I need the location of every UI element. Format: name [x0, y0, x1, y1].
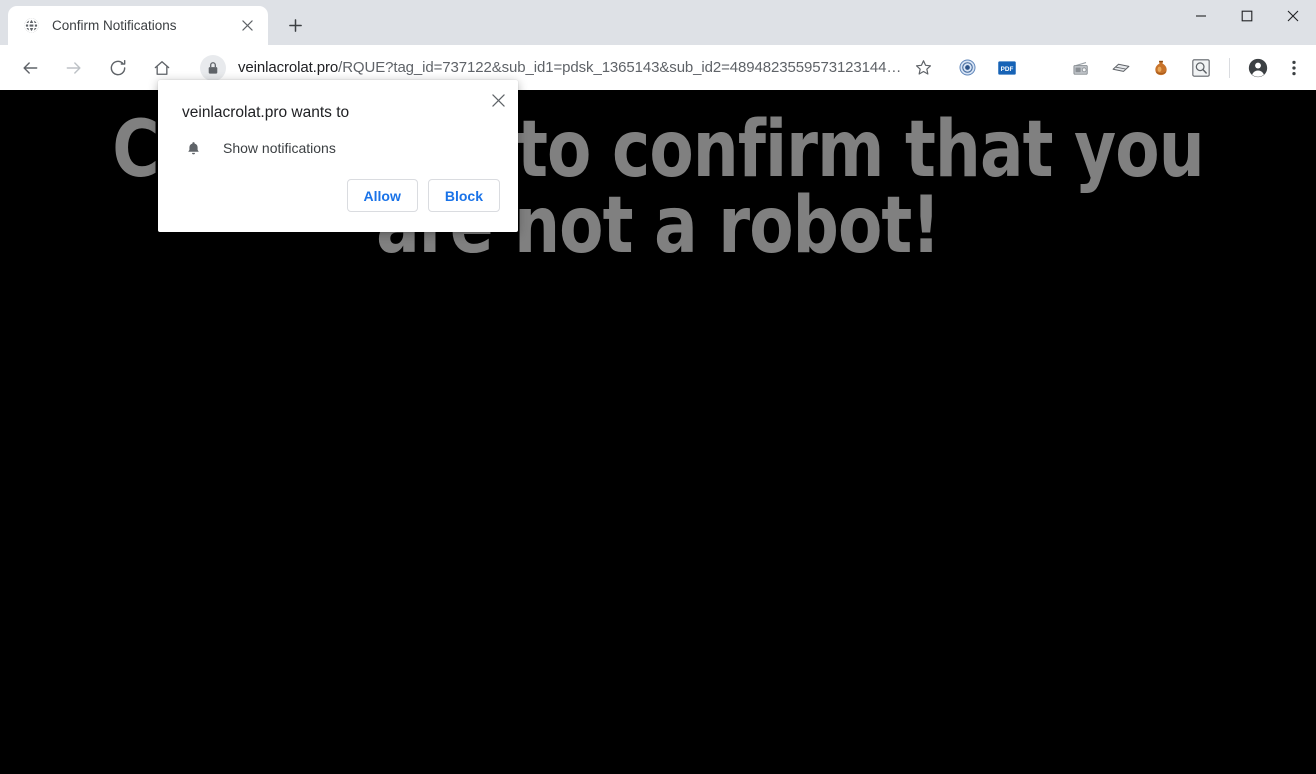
- chrome-menu-button[interactable]: [1280, 52, 1308, 84]
- arrow-left-icon: [23, 61, 38, 74]
- bell-icon: [184, 139, 202, 157]
- water-drop-extension-icon[interactable]: [952, 53, 982, 83]
- radio-extension-icon[interactable]: [1066, 53, 1096, 83]
- minimize-button[interactable]: [1178, 0, 1224, 32]
- url-path: /RQUE?tag_id=737122&sub_id1=pdsk_1365143…: [338, 59, 902, 76]
- plus-icon: [288, 18, 302, 32]
- magnifier-extension-icon[interactable]: [1186, 53, 1216, 83]
- dialog-permission-label: Show notifications: [223, 140, 336, 156]
- close-window-button[interactable]: [1270, 0, 1316, 32]
- toolbar-divider: [1229, 57, 1230, 78]
- allow-button[interactable]: Allow: [346, 179, 418, 212]
- dialog-title: veinlacrolat.pro wants to: [182, 104, 350, 121]
- window-controls: [1178, 0, 1316, 32]
- new-tab-button[interactable]: [280, 10, 310, 40]
- browser-window: Confirm Notifications veinlacrolat.pro/R…: [0, 0, 1316, 774]
- block-button[interactable]: Block: [427, 179, 500, 212]
- reload-icon: [110, 59, 126, 75]
- forward-button: [58, 52, 90, 84]
- svg-text:PDF: PDF: [1001, 65, 1014, 72]
- tab-title: Confirm Notifications: [52, 18, 177, 33]
- minimize-icon: [1196, 15, 1206, 17]
- address-bar[interactable]: veinlacrolat.pro/RQUE?tag_id=737122&sub_…: [196, 51, 941, 84]
- tab-close-icon[interactable]: [236, 15, 258, 37]
- lock-icon[interactable]: [200, 54, 226, 81]
- maximize-icon: [1241, 10, 1253, 22]
- notification-permission-dialog: veinlacrolat.pro wants to Show notificat…: [158, 80, 518, 232]
- pdf-extension-icon[interactable]: PDF: [992, 53, 1022, 83]
- honeypot-extension-icon[interactable]: [1146, 53, 1176, 83]
- home-icon: [154, 60, 170, 75]
- back-button[interactable]: [14, 52, 46, 84]
- reload-button[interactable]: [102, 52, 134, 84]
- globe-icon: [22, 17, 40, 35]
- avatar: [1248, 58, 1268, 77]
- book-extension-icon[interactable]: [1106, 53, 1136, 83]
- bookmark-star-icon[interactable]: [907, 52, 939, 84]
- dialog-close-icon[interactable]: [486, 88, 510, 112]
- three-dots-vertical-icon: [1292, 60, 1296, 75]
- arrow-right-icon: [66, 61, 81, 74]
- dialog-actions: Allow Block: [158, 157, 518, 232]
- close-icon: [1287, 10, 1299, 22]
- home-button[interactable]: [146, 52, 178, 84]
- profile-avatar[interactable]: [1242, 52, 1274, 84]
- maximize-button[interactable]: [1224, 0, 1270, 32]
- browser-tab[interactable]: Confirm Notifications: [8, 6, 268, 45]
- url-text[interactable]: veinlacrolat.pro/RQUE?tag_id=737122&sub_…: [238, 59, 907, 76]
- dialog-permission-row: Show notifications: [158, 123, 518, 157]
- tab-strip: Confirm Notifications: [0, 0, 1316, 45]
- url-domain: veinlacrolat.pro: [238, 59, 339, 76]
